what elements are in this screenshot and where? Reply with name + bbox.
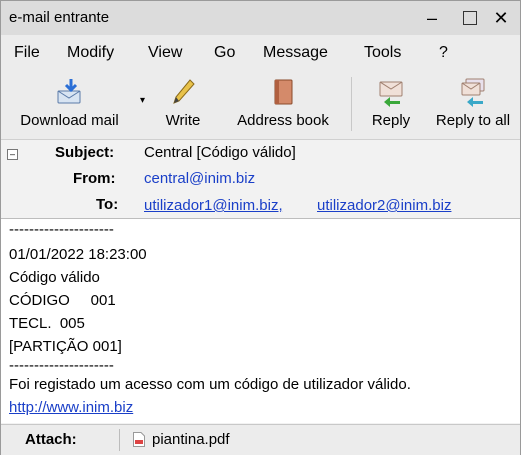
address-book-button[interactable]: Address book [223,75,343,135]
menu-help[interactable]: ? [439,44,448,62]
minimize-button[interactable]: – [418,5,446,31]
reply-all-icon [461,78,485,107]
collapse-header-icon[interactable]: – [7,149,18,160]
body-line: [PARTIÇÃO 001] [9,338,122,355]
write-button[interactable]: Write [153,75,213,135]
menu-view[interactable]: View [148,44,182,62]
maximize-button[interactable] [456,5,484,31]
attachment-file[interactable]: piantina.pdf [152,431,230,448]
menu-tools[interactable]: Tools [364,44,401,62]
download-mail-button[interactable]: Download mail [1,75,138,135]
menu-file[interactable]: File [14,44,40,62]
body-line: CÓDIGO 001 [9,292,116,309]
email-window: e-mail entrante – ✕ File Modify View Go … [0,0,521,455]
reply-to-all-button[interactable]: Reply to all [426,75,520,135]
from-address[interactable]: central@inim.biz [144,170,255,187]
to-address-2[interactable]: utilizador2@inim.biz [317,197,451,214]
maximize-icon [463,10,477,25]
attachments-separator [119,429,120,451]
body-line: --------------------- [9,357,114,374]
subject-label: Subject: [55,144,115,161]
window-title: e-mail entrante [9,9,110,26]
body-line: Código válido [9,269,100,286]
body-line: 01/01/2022 18:23:00 [9,246,147,263]
attachments-bar: Attach: piantina.pdf [1,424,520,455]
body-line: Foi registado um acesso com um código de… [9,376,411,393]
from-label: From: [73,170,116,187]
close-button[interactable]: ✕ [487,5,515,31]
body-line: TECL. 005 [9,315,85,332]
toolbar: Download mail ▾ Write Address book Reply… [1,71,520,140]
attach-label: Attach: [25,431,77,448]
title-bar[interactable]: e-mail entrante – ✕ [1,1,520,35]
subject-value: Central [Código válido] [144,144,296,161]
to-label: To: [96,196,119,213]
message-header: – Subject: Central [Código válido] From:… [1,140,520,219]
body-line: --------------------- [9,221,114,238]
toolbar-separator [351,77,352,131]
message-body[interactable]: --------------------- 01/01/2022 18:23:0… [1,219,520,423]
reply-icon [379,81,403,107]
address-book-icon [274,79,293,105]
menu-go[interactable]: Go [214,44,235,62]
to-address-1[interactable]: utilizador1@inim.biz, [144,197,283,214]
pdf-file-icon [133,432,145,447]
download-mail-icon [57,79,80,104]
pencil-icon [173,79,195,104]
menu-bar: File Modify View Go Message Tools ? [1,35,520,71]
reply-button[interactable]: Reply [361,75,421,135]
menu-modify[interactable]: Modify [67,44,114,62]
download-options-arrow-icon[interactable]: ▾ [140,95,145,106]
menu-message[interactable]: Message [263,44,328,62]
body-link[interactable]: http://www.inim.biz [9,399,133,416]
